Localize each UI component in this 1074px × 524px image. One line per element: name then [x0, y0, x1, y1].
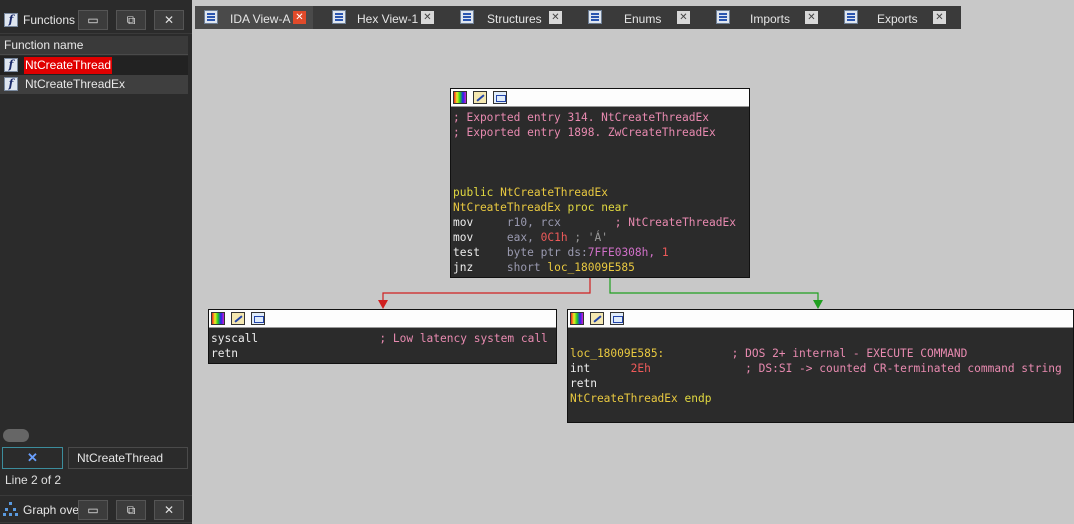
tab-label: Imports [750, 12, 791, 26]
operand-register[interactable]: rcx [541, 216, 561, 229]
close-tab-icon[interactable]: ✕ [805, 11, 818, 24]
comment-line: ; Exported entry 314. NtCreateThreadEx [453, 111, 709, 124]
function-icon: f [4, 58, 18, 72]
operand-register[interactable]: r10, [507, 216, 534, 229]
tab-label: Structures [487, 12, 542, 26]
main-basic-block[interactable]: ; Exported entry 314. NtCreateThreadEx ;… [450, 88, 750, 278]
syscall-basic-block[interactable]: syscall ; Low latency system call retn [208, 309, 557, 364]
graph-overview-icon [3, 502, 19, 516]
operand-immediate[interactable]: 2Eh [631, 362, 651, 375]
operand-register[interactable]: eax, [507, 231, 534, 244]
palette-icon[interactable] [211, 312, 225, 325]
function-row[interactable]: f NtCreateThread [0, 56, 188, 75]
enums-icon [588, 10, 602, 24]
inline-comment: ; DS:SI -> counted CR-terminated command… [745, 362, 1062, 375]
instruction-test[interactable]: test [453, 246, 480, 259]
functions-header: f Functions ▭ ⧉ ✕ [0, 6, 192, 34]
horizontal-scrollbar[interactable] [3, 429, 29, 442]
instruction-syscall[interactable]: syscall [211, 332, 258, 345]
function-icon: f [4, 77, 18, 91]
close-tab-icon[interactable]: ✕ [293, 11, 306, 24]
int2e-basic-block[interactable]: loc_18009E585: ; DOS 2+ internal - EXECU… [567, 309, 1074, 423]
ida-view-icon [204, 10, 218, 24]
inline-comment: ; NtCreateThreadEx [614, 216, 736, 229]
close-button[interactable]: ✕ [154, 500, 184, 520]
tab-label: Hex View-1 [357, 12, 419, 26]
edit-icon[interactable] [590, 312, 604, 325]
close-tab-icon[interactable]: ✕ [933, 11, 946, 24]
tab-label: Enums [624, 12, 662, 26]
jump-target[interactable]: loc_18009E585 [547, 261, 635, 274]
graph-icon[interactable] [493, 91, 507, 104]
tab-enums[interactable]: Enums ✕ [579, 6, 697, 29]
comment-line: ; Exported entry 1898. ZwCreateThreadEx [453, 126, 716, 139]
block-header [209, 310, 556, 328]
operand-size: byte ptr [506, 246, 561, 259]
edit-icon[interactable] [231, 312, 245, 325]
proc-name[interactable]: NtCreateThreadEx [453, 201, 561, 214]
public-name[interactable]: NtCreateThreadEx [500, 186, 608, 199]
inline-comment: ; Low latency system call [379, 332, 548, 345]
operand-immediate[interactable]: 1 [662, 246, 669, 259]
restore-button[interactable]: ⧉ [116, 10, 146, 30]
hex-view-icon [332, 10, 346, 24]
tab-label: Exports [877, 12, 918, 26]
graph-overview-header: Graph ove ▭ ⧉ ✕ [0, 495, 192, 523]
endp-keyword: endp [684, 392, 712, 405]
public-keyword: public [453, 186, 494, 199]
palette-icon[interactable] [570, 312, 584, 325]
function-name: NtCreateThreadEx [25, 77, 126, 91]
inline-comment: ; DOS 2+ internal - EXECUTE COMMAND [731, 347, 968, 360]
operand-keyword: short [506, 261, 541, 274]
function-row[interactable]: f NtCreateThreadEx [0, 75, 188, 94]
filter-bar: ✕ [0, 447, 188, 469]
operand-immediate[interactable]: 0C1h [541, 231, 568, 244]
clear-filter-button[interactable]: ✕ [2, 447, 63, 469]
tab-imports[interactable]: Imports ✕ [707, 6, 825, 29]
function-icon: f [4, 13, 18, 27]
operand-segment: ds: [567, 246, 588, 259]
exports-icon [844, 10, 858, 24]
line-status: Line 2 of 2 [5, 473, 62, 487]
graph-icon[interactable] [610, 312, 624, 325]
proc-keyword: proc near [567, 201, 629, 214]
close-button[interactable]: ✕ [154, 10, 184, 30]
functions-window: f Functions ▭ ⧉ ✕ Function name f NtCrea… [0, 0, 192, 524]
tab-exports[interactable]: Exports ✕ [835, 6, 953, 29]
close-icon: ✕ [27, 450, 38, 465]
minimize-button[interactable]: ▭ [78, 10, 108, 30]
imports-icon [716, 10, 730, 24]
close-tab-icon[interactable]: ✕ [549, 11, 562, 24]
inline-comment: ; 'Á' [574, 231, 608, 244]
instruction-mov[interactable]: mov [453, 231, 473, 244]
minimize-button[interactable]: ▭ [78, 500, 108, 520]
instruction-mov[interactable]: mov [453, 216, 473, 229]
block-header [451, 89, 749, 107]
close-tab-icon[interactable]: ✕ [421, 11, 434, 24]
functions-title: Functions [23, 13, 76, 27]
tab-label: IDA View-A [230, 12, 291, 26]
palette-icon[interactable] [453, 91, 467, 104]
tab-ida-view-a[interactable]: IDA View-A ✕ [195, 6, 313, 29]
restore-button[interactable]: ⧉ [116, 500, 146, 520]
graph-overview-title: Graph ove [23, 503, 80, 517]
column-header-function-name[interactable]: Function name [0, 36, 188, 55]
edit-icon[interactable] [473, 91, 487, 104]
location-label[interactable]: loc_18009E585: [570, 347, 664, 360]
instruction-retn[interactable]: retn [211, 347, 238, 360]
close-tab-icon[interactable]: ✕ [677, 11, 690, 24]
operand-address[interactable]: 7FFE0308h, [588, 246, 655, 259]
graph-icon[interactable] [251, 312, 265, 325]
tab-bar: IDA View-A ✕ Hex View-1 ✕ Structures ✕ E… [195, 6, 961, 29]
block-header [568, 310, 1073, 328]
structures-icon [460, 10, 474, 24]
instruction-retn[interactable]: retn [570, 377, 597, 390]
instruction-int[interactable]: int [570, 362, 590, 375]
tab-hex-view-1[interactable]: Hex View-1 ✕ [323, 6, 441, 29]
endp-name[interactable]: NtCreateThreadEx [570, 392, 678, 405]
instruction-jnz[interactable]: jnz [453, 261, 473, 274]
tab-structures[interactable]: Structures ✕ [451, 6, 569, 29]
filter-input[interactable] [68, 447, 188, 469]
function-name: NtCreateThread [24, 57, 113, 74]
